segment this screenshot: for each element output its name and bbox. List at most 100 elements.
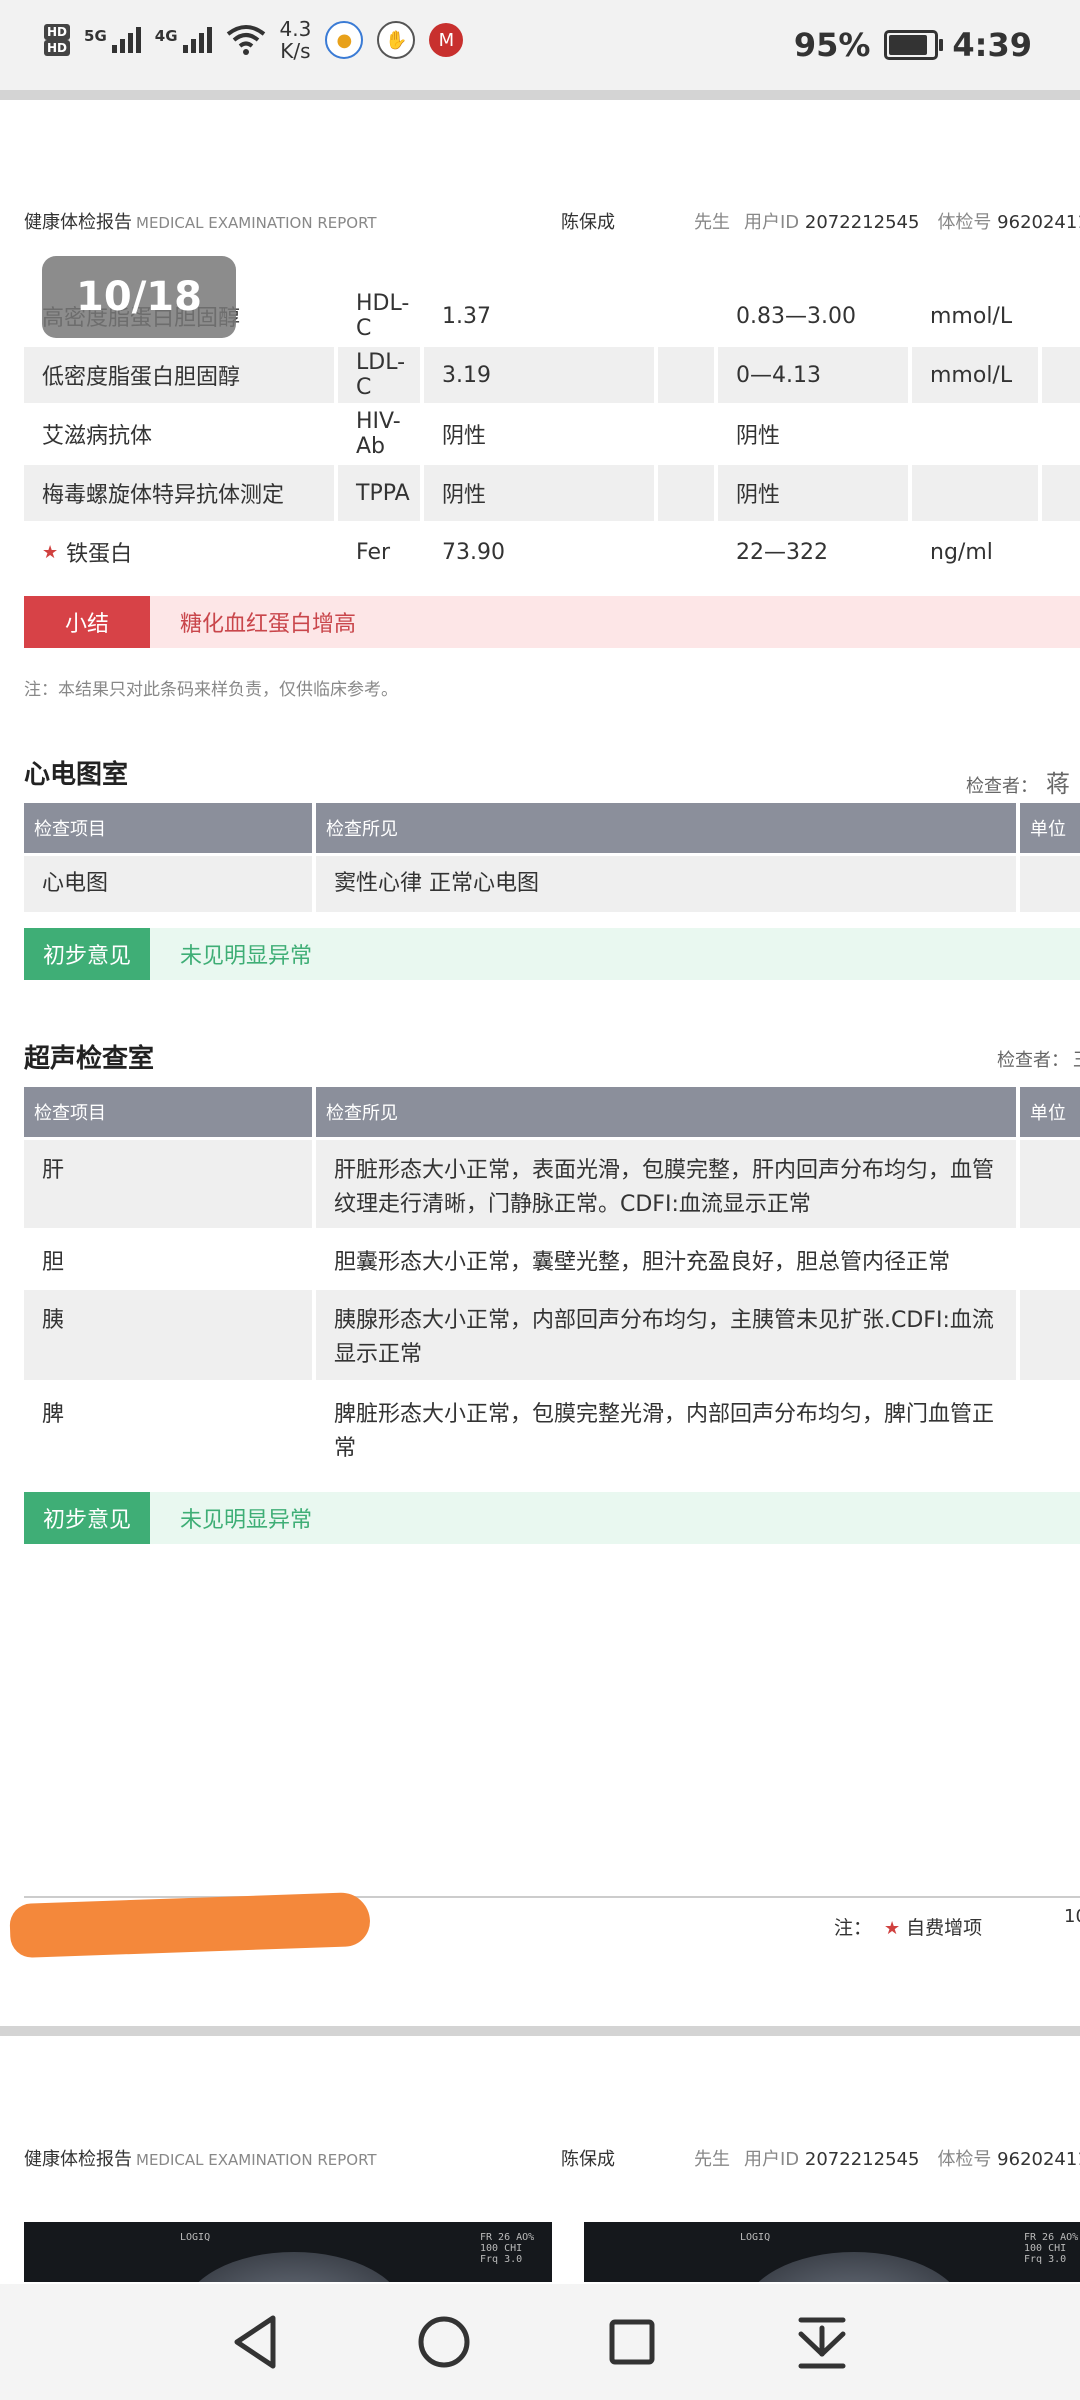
ultrasound-unit	[1020, 1232, 1080, 1286]
col-item: 检查项目	[24, 803, 312, 853]
ecg-table-header: 检查项目 检查所见 单位	[24, 803, 1080, 853]
user-id: 2072212545	[804, 212, 920, 233]
lab-value: 阴性	[442, 424, 487, 449]
bank-app-icon: M	[429, 23, 464, 57]
ultrasound-item: 肝	[24, 1140, 312, 1228]
ultrasound-finding: 肝脏形态大小正常，表面光滑，包膜完整，肝内回声分布均匀，血管纹理走行清晰，门静脉…	[316, 1140, 1016, 1228]
navigation-bar	[0, 2284, 1080, 2400]
ultrasound-item: 胰	[24, 1290, 312, 1380]
ultrasound-finding: 胆囊形态大小正常，囊壁光整，胆汁充盈良好，胆总管内径正常	[334, 1250, 951, 1275]
table-row: 脾 脾脏形态大小正常，包膜完整光滑，内部回声分布均匀，脾门血管正常	[24, 1384, 1080, 1478]
lab-value: 1.37	[442, 303, 491, 329]
signal-4g-icon: 4G	[155, 27, 212, 53]
user-id: 2072212545	[804, 2149, 920, 2170]
ultrasound-finding: 脾脏形态大小正常，包膜完整光滑，内部回声分布均匀，脾门血管正常	[334, 1402, 995, 1461]
lab-unit	[912, 406, 1038, 462]
lab-name: ★ 铁蛋白	[42, 541, 133, 568]
report-header: 健康体检报告 MEDICAL EXAMINATION REPORT 陈保成 先生用…	[24, 208, 1080, 234]
report-title-en: MEDICAL EXAMINATION REPORT	[136, 214, 377, 232]
recents-button[interactable]	[596, 2306, 668, 2378]
empty-cell	[1042, 465, 1080, 521]
table-row: 胆 胆囊形态大小正常，囊壁光整，胆汁充盈良好，胆总管内径正常	[24, 1232, 1080, 1286]
table-row: 胰胰腺形态大小正常，内部回声分布均匀，主胰管未见扩张.CDFI:血流显示正常	[24, 1290, 1080, 1380]
home-button[interactable]	[408, 2306, 480, 2378]
lab-code: Fer	[356, 539, 391, 565]
ultrasound-opinion-bar: 初步意见 未见明显异常	[24, 1492, 1080, 1544]
ultrasound-unit	[1020, 1384, 1080, 1478]
lab-unit: ng/ml	[930, 539, 993, 565]
page-number: 10	[1064, 1906, 1080, 1927]
lab-code: HIV-Ab	[356, 409, 401, 459]
empty-cell	[1042, 406, 1080, 462]
ecg-checker: 检查者：蒋	[966, 770, 1070, 798]
home-icon	[418, 2316, 470, 2368]
notification-shade-button[interactable]	[786, 2306, 858, 2378]
report-title: 健康体检报告	[24, 2149, 132, 2170]
empty-cell	[658, 347, 714, 403]
lab-code: LDL-C	[338, 347, 420, 403]
opinion-label: 初步意见	[24, 1492, 150, 1544]
exam-number: 9620241119	[997, 2149, 1080, 2170]
app-notification-icon: ●	[325, 21, 364, 59]
back-icon	[234, 2315, 276, 2369]
ecg-unit	[1020, 856, 1080, 912]
lab-value: 3.19	[424, 347, 654, 403]
lab-unit: mmol/L	[912, 347, 1038, 403]
ecg-item: 心电图	[24, 856, 312, 912]
page-divider	[0, 2026, 1080, 2036]
report-meta: 先生用户ID 2072212545体检号 9620241119	[694, 2145, 1080, 2171]
lab-name: 低密度脂蛋白胆固醇	[24, 347, 334, 403]
star-icon: ★	[884, 1918, 901, 1939]
lab-unit: mmol/L	[930, 303, 1013, 329]
patient-name: 陈保成	[561, 2149, 615, 2170]
opinion-text: 未见明显异常	[150, 1492, 1080, 1544]
status-right: 95% 4:39	[794, 26, 1032, 64]
empty-cell	[1042, 288, 1080, 344]
ultrasound-checker: 检查者：王	[997, 1050, 1080, 1071]
patient-name: 陈保成	[561, 212, 615, 233]
page-divider	[0, 90, 1080, 100]
redaction-mark	[9, 1891, 371, 1959]
ecg-finding: 窦性心律 正常心电图	[316, 856, 1016, 912]
ecg-section-title: 心电图室	[24, 760, 129, 790]
ultrasound-image[interactable]: LOGIQ FR 26 AO% 100 CHI Frq 3.0	[24, 2222, 552, 2282]
empty-cell	[658, 524, 714, 580]
opinion-text: 未见明显异常	[150, 928, 1080, 980]
table-row: 肝肝脏形态大小正常，表面光滑，包膜完整，肝内回声分布均匀，血管纹理走行清晰，门静…	[24, 1140, 1080, 1228]
ultrasound-item: 脾	[42, 1402, 65, 1427]
col-unit: 单位	[1020, 803, 1080, 853]
summary-label: 小结	[24, 596, 150, 648]
lab-range: 阴性	[718, 465, 908, 521]
footer-note: 注： ★ 自费增项	[834, 1917, 983, 1939]
status-bar: HD HD 5G 4G 4.3 K/s ● ✋ M 95% 4:39	[0, 0, 1080, 90]
ultrasound-unit	[1020, 1290, 1080, 1380]
network-speed: 4.3 K/s	[279, 17, 312, 63]
lab-note: 注：本结果只对此条码来样负责，仅供临床参考。	[24, 680, 398, 700]
lab-range: 0—4.13	[718, 347, 908, 403]
col-finding: 检查所见	[316, 803, 1016, 853]
opinion-label: 初步意见	[24, 928, 150, 980]
lab-summary-bar: 小结 糖化血红蛋白增高	[24, 596, 1080, 648]
lab-value: 73.90	[442, 539, 505, 565]
battery-percent: 95%	[793, 26, 871, 64]
table-row: ★ 铁蛋白 Fer 73.90 22—322 ng/ml	[24, 524, 1080, 580]
ultrasound-image[interactable]: LOGIQ FR 26 AO% 100 CHI Frq 3.0	[584, 2222, 1080, 2282]
lab-range: 0.83—3.00	[736, 303, 856, 329]
back-button[interactable]	[220, 2306, 292, 2378]
empty-cell	[1042, 347, 1080, 403]
lab-code: TPPA	[338, 465, 420, 521]
ecg-opinion-bar: 初步意见 未见明显异常	[24, 928, 1080, 980]
ultrasound-section-title: 超声检查室	[24, 1044, 155, 1074]
empty-cell	[658, 465, 714, 521]
report-meta: 先生用户ID 2072212545体检号 9620241119	[694, 208, 1080, 234]
pull-down-icon	[798, 2317, 846, 2369]
hd-voice-icon: HD HD	[44, 24, 71, 56]
table-row: 梅毒螺旋体特异抗体测定 TPPA 阴性 阴性	[24, 465, 1080, 521]
page-indicator: 10/18	[42, 256, 236, 338]
col-unit: 单位	[1020, 1087, 1080, 1137]
lab-value: 阴性	[424, 465, 654, 521]
col-finding: 检查所见	[316, 1087, 1016, 1137]
empty-cell	[1042, 524, 1080, 580]
lab-name: 艾滋病抗体	[42, 424, 153, 449]
status-left: HD HD 5G 4G 4.3 K/s ● ✋ M	[44, 17, 464, 63]
